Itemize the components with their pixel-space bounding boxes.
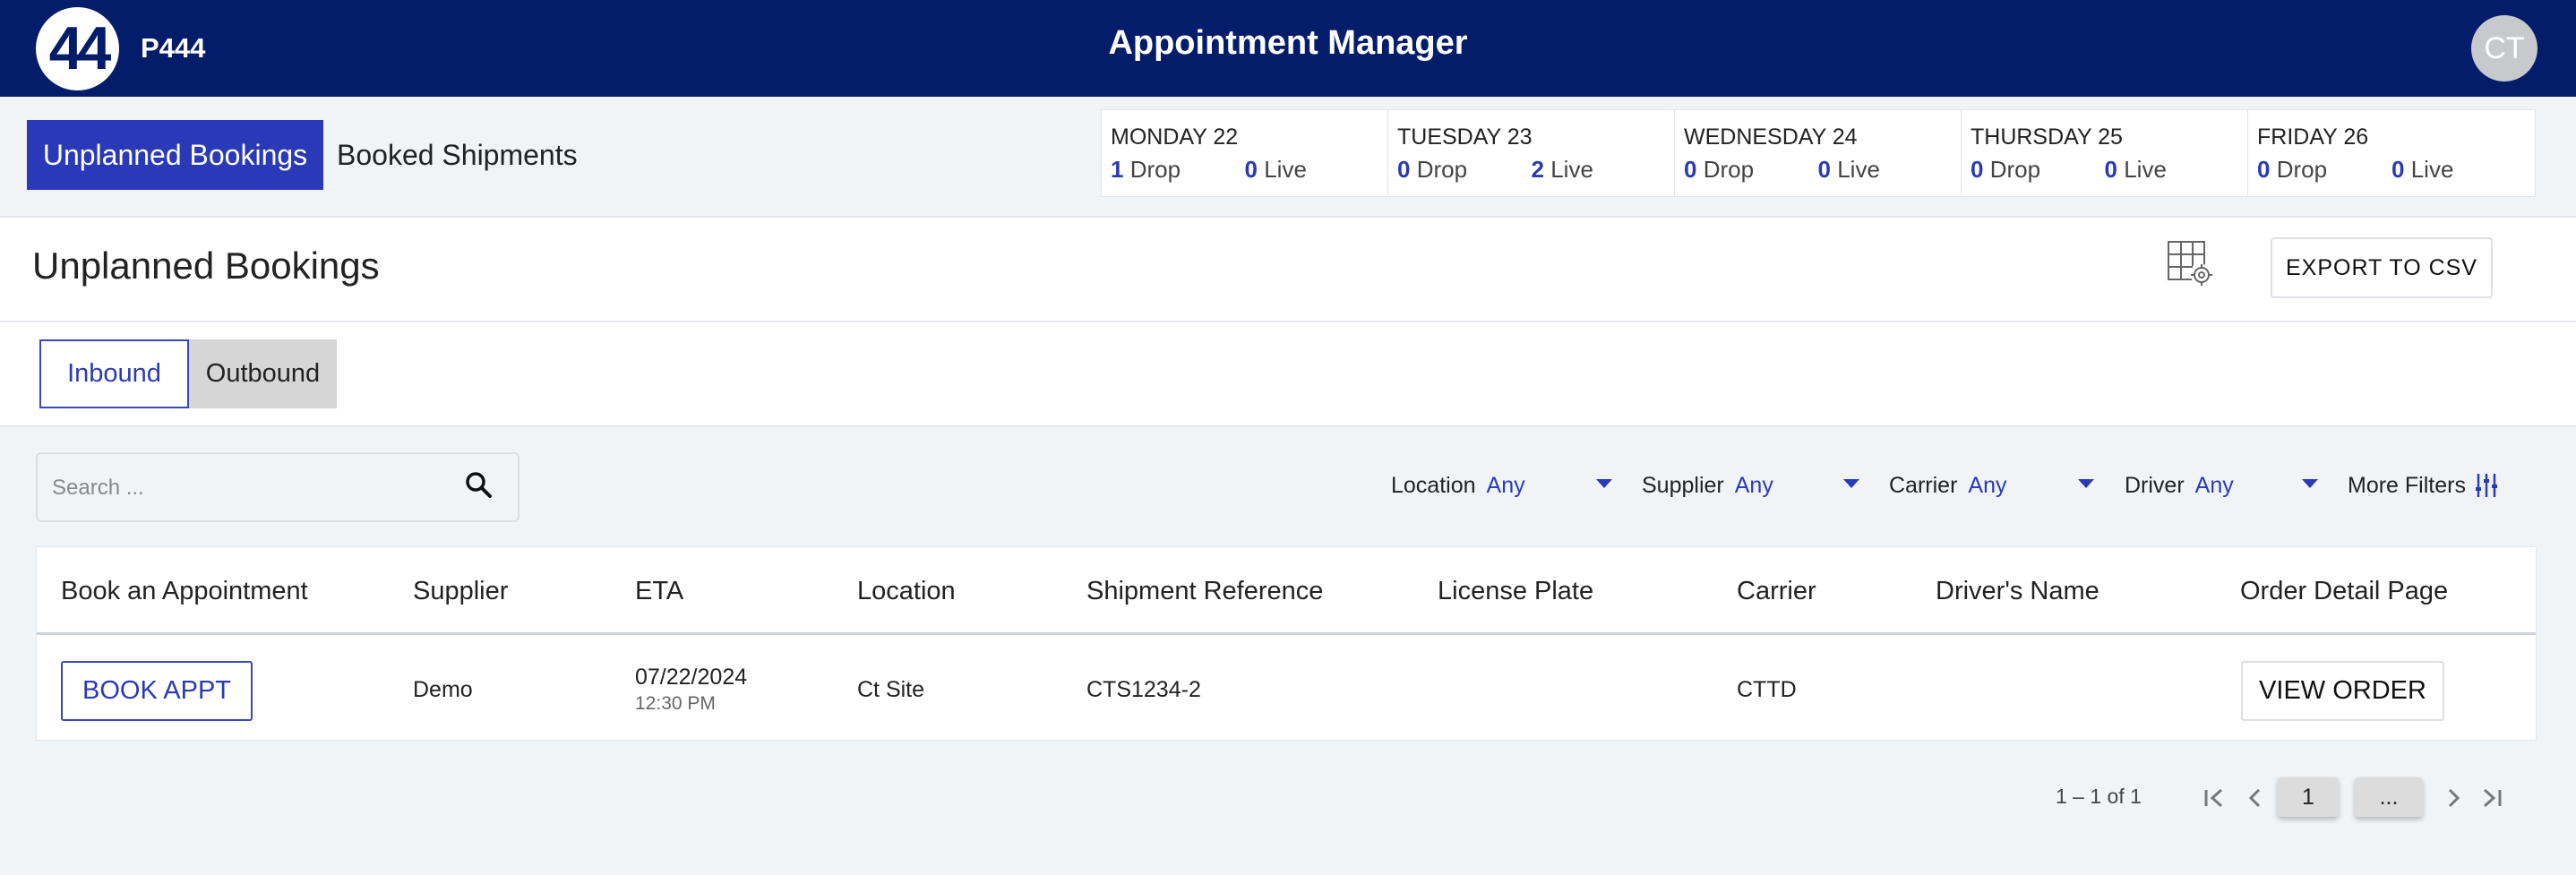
chevron-down-icon[interactable] bbox=[2078, 479, 2094, 488]
filter-label: Driver bbox=[2125, 472, 2185, 498]
eta-time-cell: 12:30 PM bbox=[635, 693, 716, 714]
page-title: Unplanned Bookings bbox=[32, 244, 380, 287]
sliders-icon bbox=[2475, 474, 2497, 497]
carrier-cell: CTTD bbox=[1737, 677, 1797, 702]
day-name: TUESDAY 23 bbox=[1397, 124, 1533, 150]
direction-toggle: Inbound Outbound bbox=[0, 322, 2576, 427]
day-summary-friday: FRIDAY 26 0 Drop 0 Live bbox=[2248, 110, 2535, 196]
location-cell: Ct Site bbox=[857, 677, 925, 702]
carrier-filter[interactable]: Carrier Any bbox=[1889, 468, 2007, 503]
view-order-button[interactable]: VIEW ORDER bbox=[2241, 661, 2444, 721]
driver-filter[interactable]: Driver Any bbox=[2125, 468, 2234, 503]
column-header[interactable]: License Plate bbox=[1438, 577, 1593, 606]
filter-value: Any bbox=[1486, 472, 1525, 498]
day-name: MONDAY 22 bbox=[1111, 124, 1239, 150]
search-icon[interactable] bbox=[461, 468, 497, 503]
app-title: Appointment Manager bbox=[1108, 24, 1468, 62]
chevron-down-icon[interactable] bbox=[1843, 479, 1859, 488]
shipment-reference-cell: CTS1234-2 bbox=[1086, 677, 1201, 702]
column-header[interactable]: Supplier bbox=[413, 577, 508, 606]
column-header[interactable]: Order Detail Page bbox=[2240, 577, 2448, 606]
more-pages-button[interactable]: ... bbox=[2355, 777, 2423, 817]
filter-value: Any bbox=[1734, 472, 1773, 498]
day-name: FRIDAY 26 bbox=[2257, 124, 2369, 150]
live-count: 0 Live bbox=[1244, 156, 1307, 183]
export-csv-button[interactable]: EXPORT TO CSV bbox=[2271, 237, 2493, 298]
column-header[interactable]: Shipment Reference bbox=[1086, 577, 1323, 606]
day-summary-monday: MONDAY 22 1 Drop 0 Live bbox=[1102, 110, 1388, 196]
tab-booked-shipments[interactable]: Booked Shipments bbox=[337, 120, 578, 190]
column-header[interactable]: Driver's Name bbox=[1936, 577, 2099, 606]
filter-label: Carrier bbox=[1889, 472, 1958, 498]
day-summary-thursday: THURSDAY 25 0 Drop 0 Live bbox=[1962, 110, 2248, 196]
last-page-icon[interactable] bbox=[2476, 783, 2506, 813]
filter-value: Any bbox=[2194, 472, 2234, 498]
outbound-button[interactable]: Outbound bbox=[189, 339, 337, 408]
day-name: THURSDAY 25 bbox=[1971, 124, 2123, 150]
filter-value: Any bbox=[1968, 472, 2007, 498]
user-avatar[interactable]: CT bbox=[2471, 15, 2537, 81]
filter-label: Location bbox=[1391, 472, 1476, 498]
table-row: BOOK APPT Demo 07/22/2024 12:30 PM Ct Si… bbox=[37, 638, 2536, 742]
live-count: 0 Live bbox=[2104, 156, 2167, 183]
drop-count: 0 Drop bbox=[1971, 156, 2041, 183]
day-name: WEDNESDAY 24 bbox=[1684, 124, 1858, 150]
book-appointment-button[interactable]: BOOK APPT bbox=[61, 661, 253, 721]
live-count: 2 Live bbox=[1531, 156, 1593, 183]
tab-band: Unplanned Bookings Booked Shipments MOND… bbox=[0, 97, 2576, 218]
table-header: Book an Appointment Supplier ETA Locatio… bbox=[37, 547, 2536, 635]
table-settings-icon[interactable] bbox=[2166, 239, 2216, 289]
search-box bbox=[36, 452, 519, 522]
drop-count: 0 Drop bbox=[2257, 156, 2328, 183]
drop-count: 0 Drop bbox=[1684, 156, 1755, 183]
tab-unplanned-bookings[interactable]: Unplanned Bookings bbox=[27, 120, 323, 190]
filter-label: Supplier bbox=[1642, 472, 1724, 498]
search-input[interactable] bbox=[52, 470, 446, 506]
live-count: 0 Live bbox=[2391, 156, 2454, 183]
drop-count: 1 Drop bbox=[1111, 156, 1181, 183]
next-page-icon[interactable] bbox=[2438, 783, 2469, 813]
page-header: Unplanned Bookings EXPORT TO CSV bbox=[0, 218, 2576, 322]
day-summary-wednesday: WEDNESDAY 24 0 Drop 0 Live bbox=[1675, 110, 1962, 196]
live-count: 0 Live bbox=[1817, 156, 1880, 183]
first-page-icon[interactable] bbox=[2200, 783, 2230, 813]
app-header: 44 P444 Appointment Manager CT bbox=[0, 0, 2576, 97]
previous-page-icon[interactable] bbox=[2240, 783, 2271, 813]
page-1-button[interactable]: 1 bbox=[2278, 777, 2339, 817]
drop-count: 0 Drop bbox=[1397, 156, 1468, 183]
column-header[interactable]: Location bbox=[857, 577, 956, 606]
supplier-cell: Demo bbox=[413, 677, 473, 702]
weekly-summary: MONDAY 22 1 Drop 0 Live TUESDAY 23 0 Dro… bbox=[1101, 109, 2536, 197]
column-header[interactable]: ETA bbox=[635, 577, 683, 606]
chevron-down-icon[interactable] bbox=[2302, 479, 2318, 488]
bookings-table: Book an Appointment Supplier ETA Locatio… bbox=[36, 546, 2537, 741]
supplier-filter[interactable]: Supplier Any bbox=[1642, 468, 1773, 503]
eta-date-cell: 07/22/2024 bbox=[635, 665, 748, 690]
location-filter[interactable]: Location Any bbox=[1391, 468, 1525, 503]
pagination-range: 1 – 1 of 1 bbox=[2056, 785, 2142, 808]
more-filters-button[interactable]: More Filters bbox=[2348, 468, 2498, 503]
column-header[interactable]: Book an Appointment bbox=[61, 577, 308, 606]
more-filters-label: More Filters bbox=[2348, 472, 2466, 498]
inbound-button[interactable]: Inbound bbox=[39, 339, 189, 408]
day-summary-tuesday: TUESDAY 23 0 Drop 2 Live bbox=[1388, 110, 1675, 196]
chevron-down-icon[interactable] bbox=[1596, 479, 1612, 488]
column-header[interactable]: Carrier bbox=[1737, 577, 1816, 606]
